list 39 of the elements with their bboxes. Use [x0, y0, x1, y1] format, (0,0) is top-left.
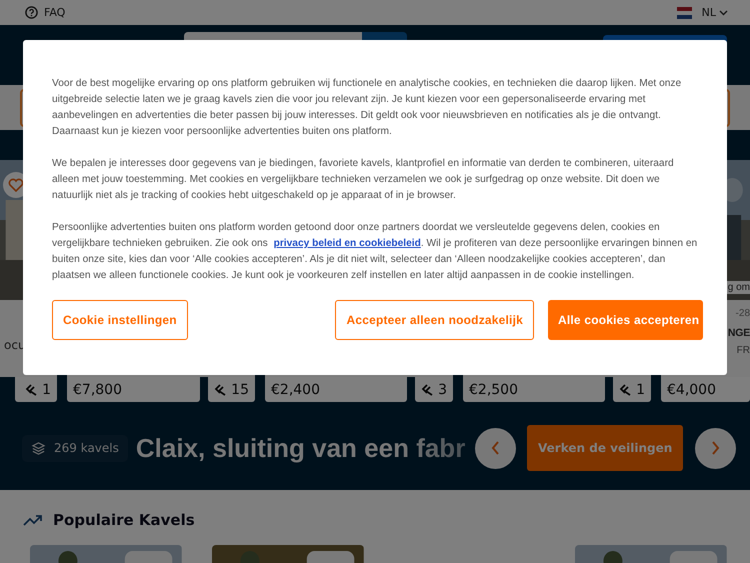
- layers-icon: [31, 440, 46, 456]
- bid-count: 1: [15, 377, 57, 402]
- lot-price: €7,800: [67, 377, 200, 402]
- chevron-right-icon: [711, 441, 720, 455]
- gavel-icon: [214, 384, 228, 396]
- image-caption: g om: [726, 281, 750, 294]
- gavel-icon: [619, 384, 632, 396]
- privacy-policy-link[interactable]: privacy beleid en cookiebeleid: [274, 238, 421, 249]
- lot-count: 269 kavels: [54, 441, 119, 455]
- cookie-button[interactable]: Alle cookies accepteren: [548, 300, 703, 340]
- chevron-left-icon: [491, 441, 500, 455]
- help-icon: [25, 6, 38, 19]
- explore-auctions-button[interactable]: Verken de veilingen: [527, 425, 683, 471]
- cookie-button[interactable]: Accepteer alleen noodzakelijk: [335, 300, 534, 340]
- next-button[interactable]: [695, 428, 736, 468]
- chevron-down-icon: [719, 10, 728, 16]
- trending-up-icon: [23, 514, 43, 526]
- closing-date: -28: [736, 308, 750, 319]
- gavel-icon: [25, 384, 38, 396]
- cookie-paragraph: Voor de best mogelijke ervaring op ons platform gebruiken wij functionele en analytische cookies, en technieken die daarop lijken. Met onze uitgebreide selectie laten we je graag kavels zien die voor jou relevant zijn. Je kunt kiezen voor een gepersonaliseerde ervaring met aanbevelingen en advertenties die beter passen bij jouw interesses. Dit geldt ook voor nieuwsbrieven en notificaties als je die ontvangt. Daarnaast kun je kiezen voor persoonlijke advertenties buiten ons platform.: [52, 77, 682, 139]
- auction-title: Claix, sluiting van een fabr: [136, 432, 466, 464]
- lot-title: NGE: [728, 327, 750, 339]
- lot-location: FR: [736, 345, 750, 356]
- bid-count: 1: [613, 377, 651, 402]
- cookie-button[interactable]: Cookie instellingen: [52, 300, 188, 340]
- language-selector[interactable]: NL: [702, 6, 728, 19]
- flag-icon: [676, 6, 692, 18]
- lot-price: €2,500: [463, 377, 606, 402]
- section-title: Populaire Kavels: [53, 511, 195, 529]
- lot-price: €2,400: [265, 377, 408, 402]
- cookie-paragraph: Persoonlijke advertenties buiten ons platform worden getoond door onze partners doordat we versleutelde gegevens delen, cookies en vergelijkbare technieken gebruiken. Zie ook ons privacy beleid en cookiebeleid. Wil je profiteren van deze persoonlijke ervaringen binnen en buiten onze site, kies dan voor ‘Alle cookies accepteren’. Als je dit niet wilt, selecteer dan ‘Alleen noodzakelijke cookies accepteren’, dan plaatsen we alleen functionele cookies. Je kunt ook je voorkeuren zelf instellen en later altijd aanpassen in de cookie instellingen.: [52, 221, 698, 283]
- bid-count: 3: [415, 377, 453, 402]
- lot-price: €4,000: [661, 377, 750, 402]
- cookie-paragraph: We bepalen je interesses door gegevens van je biedingen, favoriete kavels, klantprofiel en informatie van derden te combineren, uiteraard alleen met jouw toestemming. Met cookies en vergelijkbare technieken verzamelen we ook je surfgedrag op onze website. Dit doen we natuurlijk niet als je tracking of cookies hebt uitgeschakeld op je apparaat of in je browser.: [52, 157, 675, 203]
- heart-icon: [8, 178, 24, 192]
- faq-link[interactable]: FAQ: [25, 6, 66, 19]
- bid-count: 15: [208, 377, 255, 402]
- previous-button[interactable]: [475, 428, 516, 468]
- gavel-icon: [421, 384, 434, 396]
